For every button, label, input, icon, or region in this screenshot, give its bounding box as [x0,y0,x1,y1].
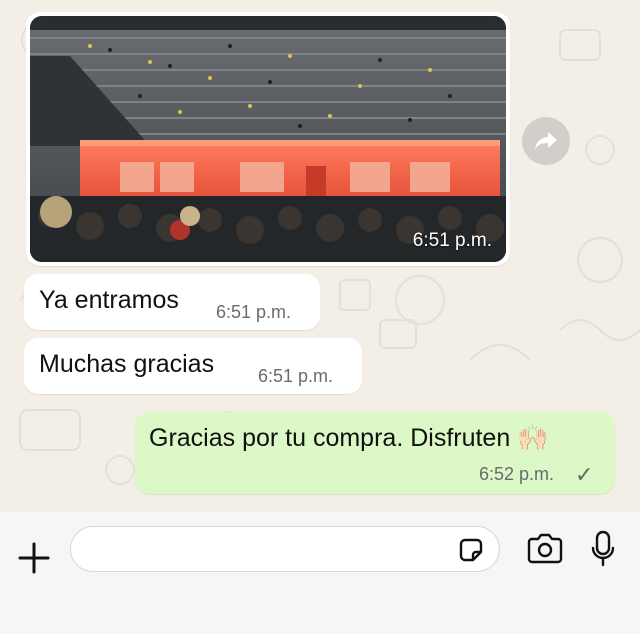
message-text: Ya entramos [39,286,179,314]
message-input[interactable] [70,526,500,572]
plus-icon[interactable] [16,540,52,576]
sent-checkmark-icon: ✓ [575,462,594,487]
message-timestamp: 6:52 p.m. [479,464,555,484]
sticker-icon[interactable] [457,536,485,564]
outgoing-message[interactable]: Gracias por tu compra. Disfruten 🙌🏻 6:52… [135,412,615,494]
chat-area: 6:51 p.m. Ya entramos 6:51 p.m. Muchas g… [0,0,640,512]
incoming-message[interactable]: Muchas gracias 6:51 p.m. [24,338,362,394]
image-message[interactable]: 6:51 p.m. [26,12,510,266]
camera-icon[interactable] [526,532,564,566]
message-text: Muchas gracias [39,350,215,378]
concert-photo[interactable]: 6:51 p.m. [30,16,506,262]
microphone-icon[interactable] [590,530,616,568]
forward-arrow-icon [535,132,557,150]
stadium-image [30,16,506,262]
image-timestamp: 6:51 p.m. [412,230,492,251]
message-composer [0,512,640,634]
message-timestamp: 6:51 p.m. [216,302,292,322]
message-timestamp: 6:51 p.m. [258,366,334,386]
forward-button[interactable] [522,117,570,165]
incoming-message[interactable]: Ya entramos 6:51 p.m. [24,274,320,330]
message-text: Gracias por tu compra. Disfruten 🙌🏻 [149,424,549,452]
